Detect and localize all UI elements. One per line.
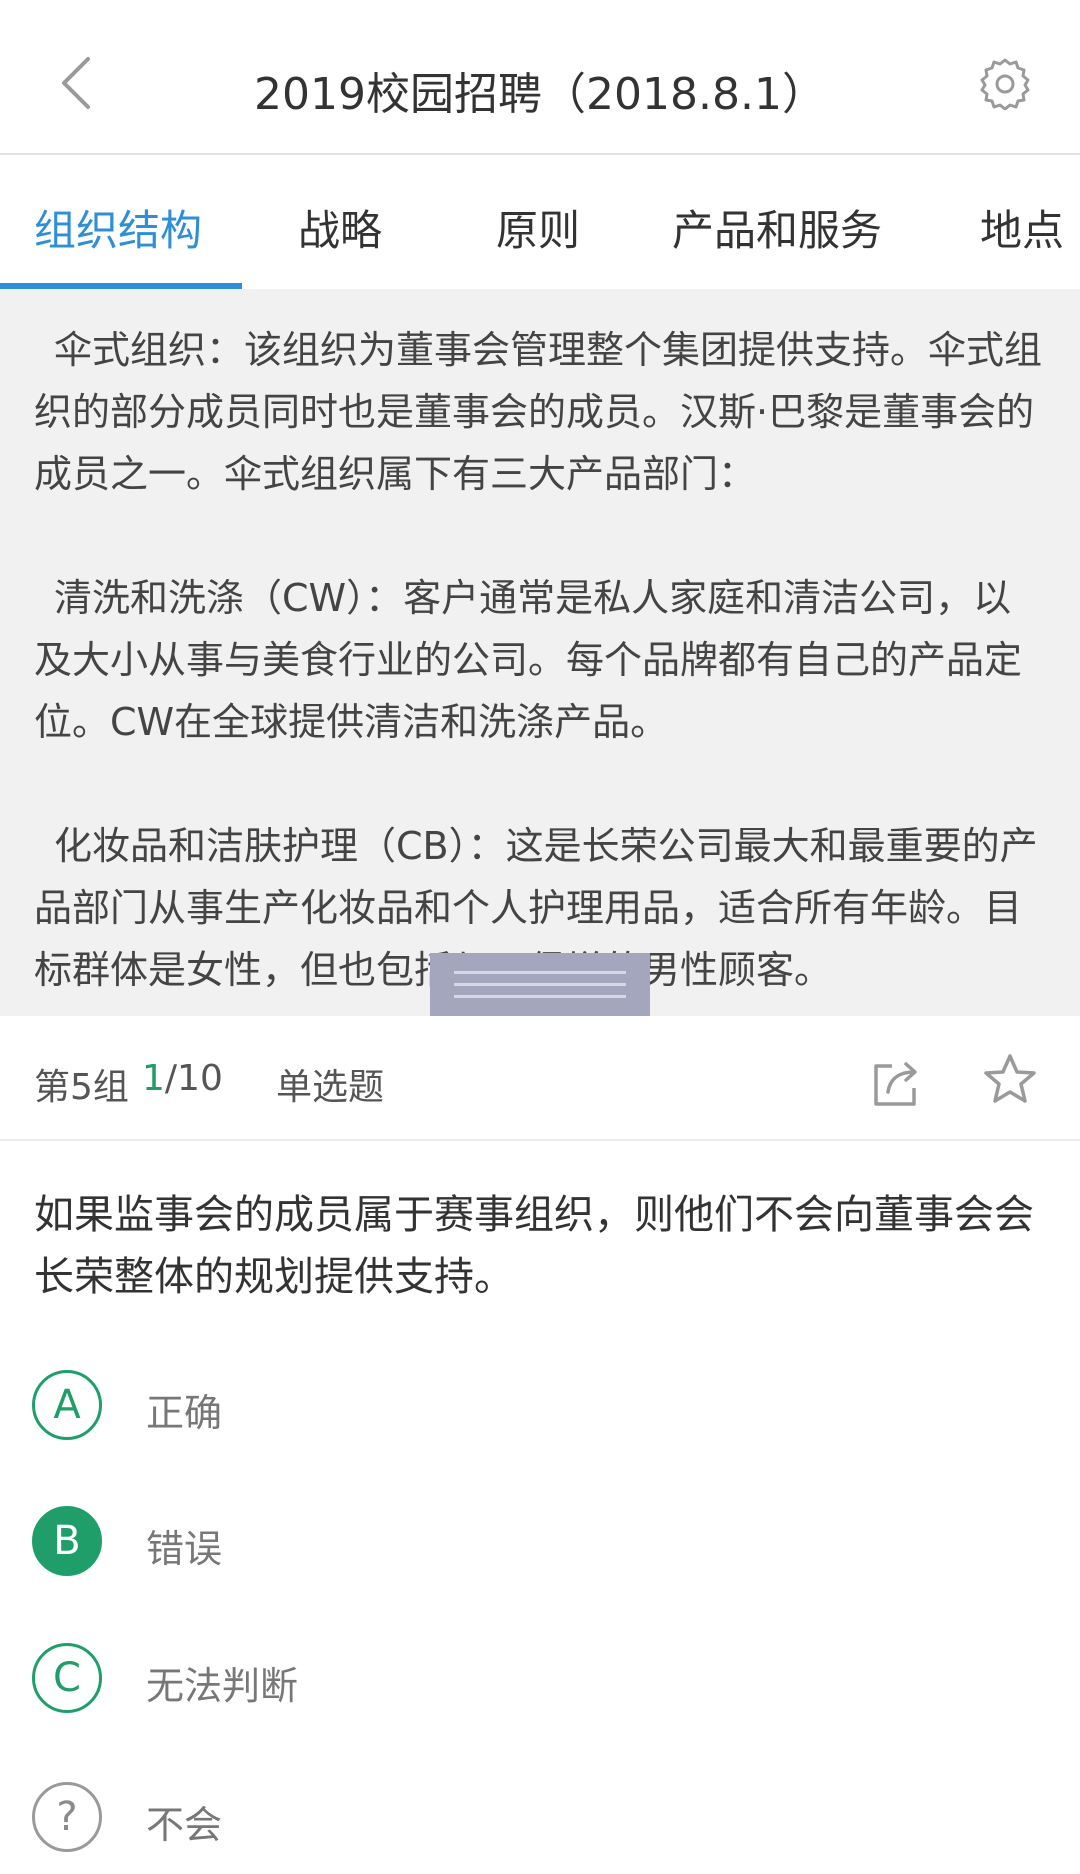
passage-paragraph: 清洗和洗涤（CW）：客户通常是私人家庭和清洁公司，以及大小从事与美食行业的公司。… xyxy=(34,576,1023,744)
question-text: 如果监事会的成员属于赛事组织，则他们不会向董事会会长荣整体的规划提供支持。 xyxy=(34,1192,1034,1300)
passage-paragraph: 伞式组织：该组织为董事会管理整个集团提供支持。伞式组织的部分成员同时也是董事会的… xyxy=(34,328,1043,496)
page-title: 2019校园招聘（2018.8.1） xyxy=(254,69,826,120)
passage-text: 伞式组织：该组织为董事会管理整个集团提供支持。伞式组织的部分成员同时也是董事会的… xyxy=(34,319,1049,1001)
chevron-left-icon xyxy=(58,55,92,115)
back-button[interactable] xyxy=(40,45,110,125)
category-tabs: 组织结构 战略 原则 产品和服务 地点 xyxy=(0,157,1080,289)
option-b-marker: B xyxy=(32,1506,102,1576)
option-b[interactable]: B 错误 xyxy=(32,1506,932,1580)
reading-passage[interactable]: 伞式组织：该组织为董事会管理整个集团提供支持。伞式组织的部分成员同时也是董事会的… xyxy=(0,289,1080,1016)
star-icon xyxy=(980,1054,1040,1114)
option-c[interactable]: C 无法判断 xyxy=(32,1643,932,1717)
option-a-label: 正确 xyxy=(146,1391,223,1435)
question-meta-bar: 第5组 1/10 单选题 xyxy=(0,1016,1080,1141)
question-mark-icon: ? xyxy=(32,1782,102,1852)
resize-drag-handle[interactable] xyxy=(430,953,650,1016)
current-question-number: 1 xyxy=(142,1058,165,1099)
tab-organization[interactable]: 组织结构 xyxy=(34,197,202,258)
tab-locations[interactable]: 地点 xyxy=(980,197,1064,258)
option-c-label: 无法判断 xyxy=(146,1664,299,1708)
option-b-label: 错误 xyxy=(146,1527,223,1571)
total-questions: /10 xyxy=(164,1058,223,1099)
option-c-marker: C xyxy=(32,1643,102,1713)
share-icon xyxy=(866,1062,926,1116)
question-progress: 1/10 xyxy=(142,1058,223,1099)
tab-strategy[interactable]: 战略 xyxy=(298,197,382,258)
favorite-button[interactable] xyxy=(980,1050,1040,1110)
option-unknown-label: 不会 xyxy=(146,1803,223,1847)
group-label: 第5组 xyxy=(34,1067,129,1108)
share-button[interactable] xyxy=(866,1052,926,1112)
question-type: 单选题 xyxy=(276,1067,385,1108)
option-a[interactable]: A 正确 xyxy=(32,1370,932,1444)
tab-products-services[interactable]: 产品和服务 xyxy=(672,197,882,258)
option-a-marker: A xyxy=(32,1370,102,1440)
tab-principles[interactable]: 原则 xyxy=(496,197,580,258)
app-header: 2019校园招聘（2018.8.1） xyxy=(0,0,1080,155)
gear-icon xyxy=(978,56,1032,114)
settings-button[interactable] xyxy=(970,50,1040,120)
option-unknown[interactable]: ? 不会 xyxy=(32,1782,932,1856)
